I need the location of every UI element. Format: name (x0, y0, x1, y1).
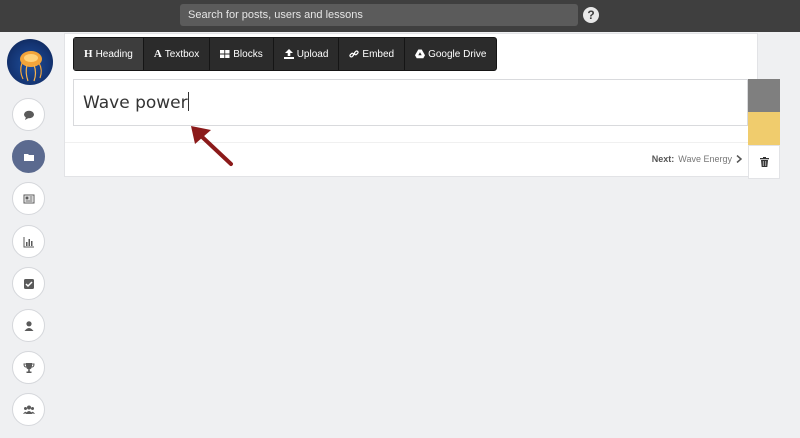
chevron-right-icon (736, 155, 742, 163)
chat-icon (23, 110, 34, 120)
divider (65, 142, 748, 143)
sidebar-item-chat[interactable] (12, 98, 45, 131)
group-icon (22, 405, 35, 414)
embed-icon (349, 50, 360, 58)
heading-input[interactable]: Wave power (73, 79, 748, 126)
textbox-icon: A (153, 48, 162, 60)
sidebar-item-folder[interactable] (12, 140, 45, 173)
trophy-icon (22, 362, 35, 373)
toolbar-textbox-label: Textbox (164, 48, 200, 60)
avatar[interactable] (7, 39, 53, 85)
heading-text: Wave power (83, 93, 188, 113)
toolbar-google-drive-button[interactable]: Google Drive (405, 38, 496, 70)
google-drive-icon (415, 49, 426, 59)
sidebar-item-tasks[interactable] (12, 267, 45, 300)
toolbar-google-drive-label: Google Drive (428, 48, 487, 60)
toolbar-heading-button[interactable]: H Heading (74, 38, 144, 70)
next-title: Wave Energy (678, 154, 732, 164)
checkbox-icon (23, 278, 34, 289)
search-input[interactable] (180, 4, 578, 26)
annotation-arrow-icon (191, 126, 233, 166)
toolbar-embed-button[interactable]: Embed (339, 38, 406, 70)
toolbar-textbox-button[interactable]: A Textbox (144, 38, 211, 70)
next-label: Next: (651, 154, 675, 164)
upload-icon (283, 49, 294, 59)
jellyfish-image (20, 51, 42, 82)
sidebar-item-profile[interactable] (12, 309, 45, 342)
color-swatch-yellow[interactable] (748, 112, 780, 145)
color-swatch-grey[interactable] (748, 79, 780, 112)
toolbar-blocks-label: Blocks (233, 48, 263, 60)
toolbar-blocks-button[interactable]: Blocks (210, 38, 274, 70)
toolbar-heading-label: Heading (95, 48, 133, 60)
newspaper-icon (23, 194, 34, 203)
trash-icon (759, 157, 769, 167)
sidebar-item-stats[interactable] (12, 225, 45, 258)
toolbar-upload-label: Upload (296, 48, 329, 60)
toolbar-upload-button[interactable]: Upload (274, 38, 340, 70)
next-link[interactable]: Next: Wave Energy (652, 154, 742, 164)
folder-icon (23, 153, 34, 161)
toolbar-embed-label: Embed (362, 48, 395, 60)
text-caret (187, 92, 189, 111)
bar-chart-icon (23, 236, 34, 247)
blocks-icon (220, 50, 230, 58)
heading-icon: H (84, 48, 93, 60)
top-bar: ? (0, 0, 800, 32)
user-icon (24, 320, 33, 331)
sidebar-item-news[interactable] (12, 182, 45, 215)
sidebar-item-groups[interactable] (12, 393, 45, 426)
help-icon[interactable]: ? (583, 7, 599, 23)
editor-toolbar: H Heading A Textbox Blocks Upload Embed … (73, 37, 498, 71)
sidebar-item-awards[interactable] (12, 351, 45, 384)
delete-button[interactable] (748, 145, 780, 179)
